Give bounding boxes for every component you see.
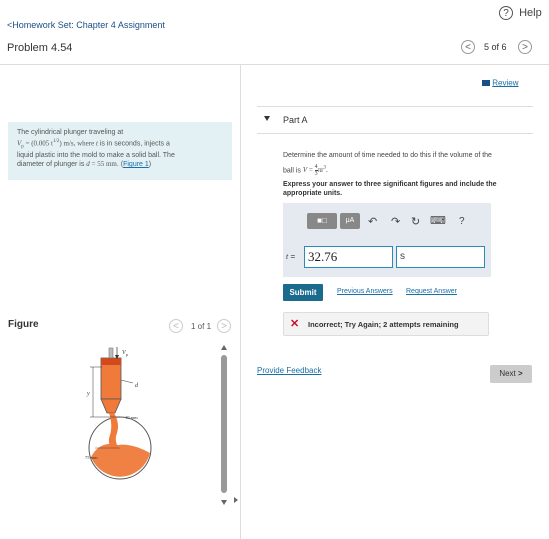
keyboard-button[interactable]: ⌨ xyxy=(430,214,446,227)
figure-scrollbar-thumb[interactable] xyxy=(221,355,227,493)
vp-subscript-label: p xyxy=(126,352,128,357)
question-line-2: ball is V = 4 3 πr3. xyxy=(283,164,328,178)
help-icon: ? xyxy=(499,6,513,20)
mu-a-icon: μA xyxy=(345,217,355,224)
undo-icon: ↶ xyxy=(368,216,378,228)
undo-button[interactable]: ↶ xyxy=(368,215,377,228)
x-mark-icon: ✕ xyxy=(290,318,300,330)
problem-text-line-3: liquid plastic into the mold to make a s… xyxy=(17,151,175,159)
next-label: Next xyxy=(499,369,516,378)
y-label: y xyxy=(86,391,90,397)
d-leader xyxy=(120,379,134,384)
reset-button[interactable]: ↻ xyxy=(411,215,420,228)
plunger-head xyxy=(101,358,121,365)
redo-button[interactable]: ↷ xyxy=(391,215,400,228)
problem-text-line-1: The cylindrical plunger traveling at xyxy=(17,129,124,136)
previous-problem-button[interactable]: < xyxy=(461,40,475,54)
figure-previous-button[interactable]: < xyxy=(169,319,183,333)
part-a-top-divider xyxy=(257,106,533,107)
reset-icon: ↻ xyxy=(411,216,421,228)
keyboard-icon: ⌨ xyxy=(430,215,446,227)
figure-pagination: 1 of 1 xyxy=(191,322,212,331)
d-label: d xyxy=(135,383,139,389)
answer-value-input[interactable]: 32.76 xyxy=(304,246,393,268)
dim-75mm-label: 75 mm xyxy=(85,455,98,460)
part-a-title: Part A xyxy=(283,115,308,125)
redo-icon: ↷ xyxy=(391,216,401,228)
book-icon xyxy=(482,79,490,86)
panel-divider xyxy=(240,64,241,539)
collapse-part-a-toggle[interactable] xyxy=(264,116,270,121)
equation-toolbar: ■□ μA ↶ ↷ ↻ ⌨ ? xyxy=(304,211,480,233)
figure-next-button[interactable]: > xyxy=(217,319,231,333)
problem-text-line-4: diameter of plunger is d = 55 mm. (Figur… xyxy=(17,160,152,169)
part-a-bottom-divider xyxy=(257,133,533,134)
problem-title: Problem 4.54 xyxy=(7,42,73,54)
chevron-right-icon: > xyxy=(522,42,528,53)
provide-feedback-link[interactable]: Provide Feedback xyxy=(257,366,321,375)
answer-variable-label: t = xyxy=(286,252,296,261)
chevron-left-icon: < xyxy=(173,321,179,332)
request-answer-link[interactable]: Request Answer xyxy=(406,288,457,295)
volume-formula: V = 4 3 πr3. xyxy=(302,164,328,178)
chevron-left-icon: < xyxy=(465,42,471,53)
answer-unit-input[interactable]: s xyxy=(396,246,485,268)
figure-scroll-up[interactable] xyxy=(221,345,227,350)
plunger-mold-figure: V p d y 10 mm 75 mm xyxy=(85,347,152,480)
figure-1-link[interactable]: Figure 1 xyxy=(123,161,149,168)
problem-statement: The cylindrical plunger traveling at Vp … xyxy=(8,122,232,180)
plunger-rod xyxy=(108,347,114,359)
question-line-1: Determine the amount of time needed to d… xyxy=(283,152,492,159)
answer-box: ■□ μA ↶ ↷ ↻ ⌨ ? t = 32.76 s xyxy=(283,203,491,277)
help-label: Help xyxy=(519,7,542,19)
dim-10mm-label: 10 mm xyxy=(125,415,138,420)
figure-label: Figure xyxy=(8,319,39,330)
help-button[interactable]: ? Help xyxy=(499,6,542,22)
answer-instructions: Express your answer to three significant… xyxy=(283,181,497,197)
templates-icon: ■□ xyxy=(317,216,327,225)
chevron-right-icon: > xyxy=(515,369,523,378)
figure-scroll-down[interactable] xyxy=(221,500,227,505)
next-problem-button[interactable]: > xyxy=(518,40,532,54)
chevron-right-icon: > xyxy=(221,321,227,332)
help-hint-button[interactable]: ? xyxy=(459,216,465,227)
submit-button[interactable]: Submit xyxy=(283,284,323,301)
figure-scroll-right[interactable] xyxy=(234,497,238,503)
review-link[interactable]: Review xyxy=(482,78,518,87)
feedback-text: Incorrect; Try Again; 2 attempts remaini… xyxy=(308,320,459,329)
nozzle xyxy=(100,398,122,414)
templates-button[interactable]: ■□ xyxy=(307,213,337,229)
previous-answers-link[interactable]: Previous Answers xyxy=(337,288,393,295)
problem-text-line-2: Vp = (0.005 t1/2) m/s, where t is in sec… xyxy=(17,138,170,150)
question-icon: ? xyxy=(459,216,465,227)
back-link[interactable]: <Homework Set: Chapter 4 Assignment xyxy=(7,20,165,30)
header-divider xyxy=(0,64,549,65)
symbols-button[interactable]: μA xyxy=(340,213,360,229)
question-text: Determine the amount of time needed to d… xyxy=(283,149,533,177)
next-button[interactable]: Next > xyxy=(490,365,532,383)
problem-pagination: 5 of 6 xyxy=(484,42,507,52)
feedback-message: ✕ Incorrect; Try Again; 2 attempts remai… xyxy=(283,312,489,336)
